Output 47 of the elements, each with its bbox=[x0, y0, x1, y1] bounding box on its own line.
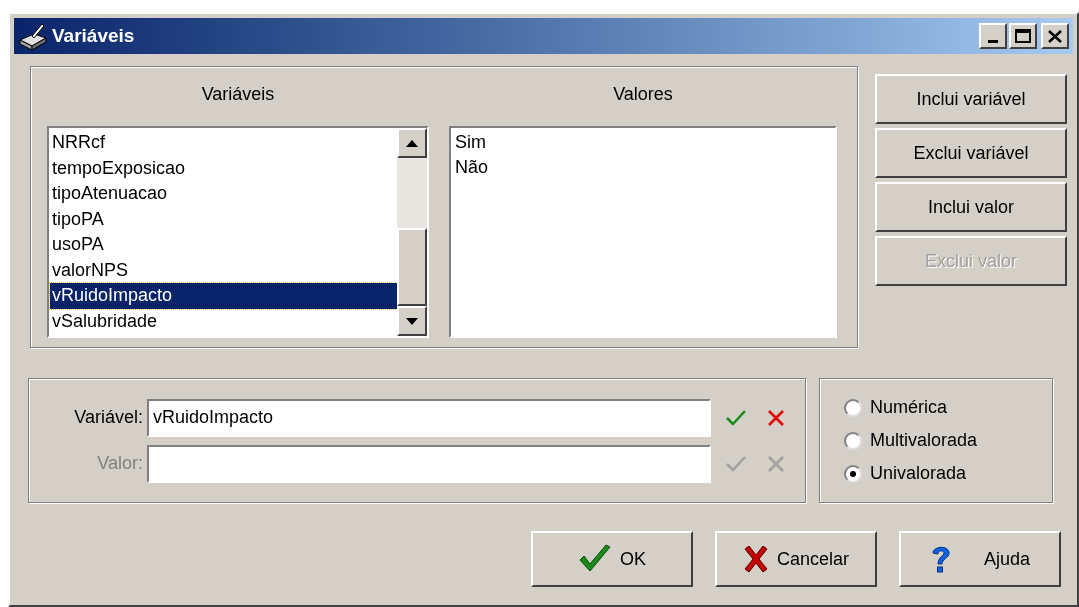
action-button[interactable]: Inclui variável bbox=[875, 74, 1067, 124]
list-heading: Valores bbox=[613, 83, 673, 106]
down-arrow-icon bbox=[406, 317, 418, 325]
list-item[interactable]: NRRcf bbox=[50, 130, 397, 156]
radio-button[interactable] bbox=[844, 464, 862, 483]
scroll-thumb[interactable] bbox=[397, 228, 427, 306]
radio-button[interactable] bbox=[844, 398, 862, 417]
ok-button[interactable]: OK bbox=[531, 531, 693, 587]
maximize-button[interactable] bbox=[1009, 23, 1037, 49]
list-item[interactable]: vSalubridade bbox=[50, 308, 397, 334]
list-item[interactable]: vRuidoImpacto bbox=[50, 283, 397, 309]
question-mark-icon bbox=[929, 544, 952, 574]
checkmark-icon bbox=[578, 544, 612, 574]
close-icon bbox=[1048, 29, 1062, 43]
radio-label: Univalorada bbox=[870, 462, 967, 485]
app-icon bbox=[18, 22, 48, 50]
minimize-icon bbox=[988, 40, 998, 43]
maximize-icon bbox=[1015, 29, 1031, 43]
scroll-up-button[interactable] bbox=[397, 128, 427, 158]
scroll-down-button[interactable] bbox=[397, 306, 427, 336]
list-item[interactable]: Sim bbox=[455, 130, 486, 155]
confirm-check-icon[interactable] bbox=[725, 408, 747, 427]
list-item[interactable]: tipoAtenuacao bbox=[50, 181, 397, 207]
action-button[interactable]: Exclui variável bbox=[875, 128, 1067, 178]
list-item[interactable]: tipoPA bbox=[50, 206, 397, 232]
minimize-button[interactable] bbox=[979, 23, 1007, 49]
list-item[interactable]: valorNPS bbox=[50, 257, 397, 283]
cancel-button[interactable]: Cancelar bbox=[715, 531, 877, 587]
radio-label: Multivalorada bbox=[870, 429, 978, 452]
close-button[interactable] bbox=[1041, 23, 1069, 49]
up-arrow-icon bbox=[406, 139, 418, 147]
list-item[interactable]: Não bbox=[455, 155, 489, 180]
radio-button[interactable] bbox=[844, 431, 862, 450]
help-button[interactable]: Ajuda bbox=[899, 531, 1061, 587]
radio-label: Numérica bbox=[870, 396, 948, 419]
cross-icon bbox=[742, 545, 769, 573]
window-title: Variáveis bbox=[52, 23, 135, 48]
action-button[interactable]: Inclui valor bbox=[875, 182, 1067, 232]
scrollbar[interactable] bbox=[397, 128, 427, 336]
confirm-check-icon[interactable] bbox=[725, 454, 747, 473]
list-item[interactable]: usoPA bbox=[50, 232, 397, 258]
input-field[interactable]: vRuidoImpacto bbox=[147, 398, 711, 437]
cancel-cross-icon[interactable] bbox=[767, 408, 785, 427]
field-label: Valor: bbox=[96, 452, 144, 475]
list-heading: Variáveis bbox=[201, 83, 275, 106]
field-label: Variável: bbox=[73, 406, 144, 429]
list-item[interactable]: tempoExposicao bbox=[50, 155, 397, 181]
